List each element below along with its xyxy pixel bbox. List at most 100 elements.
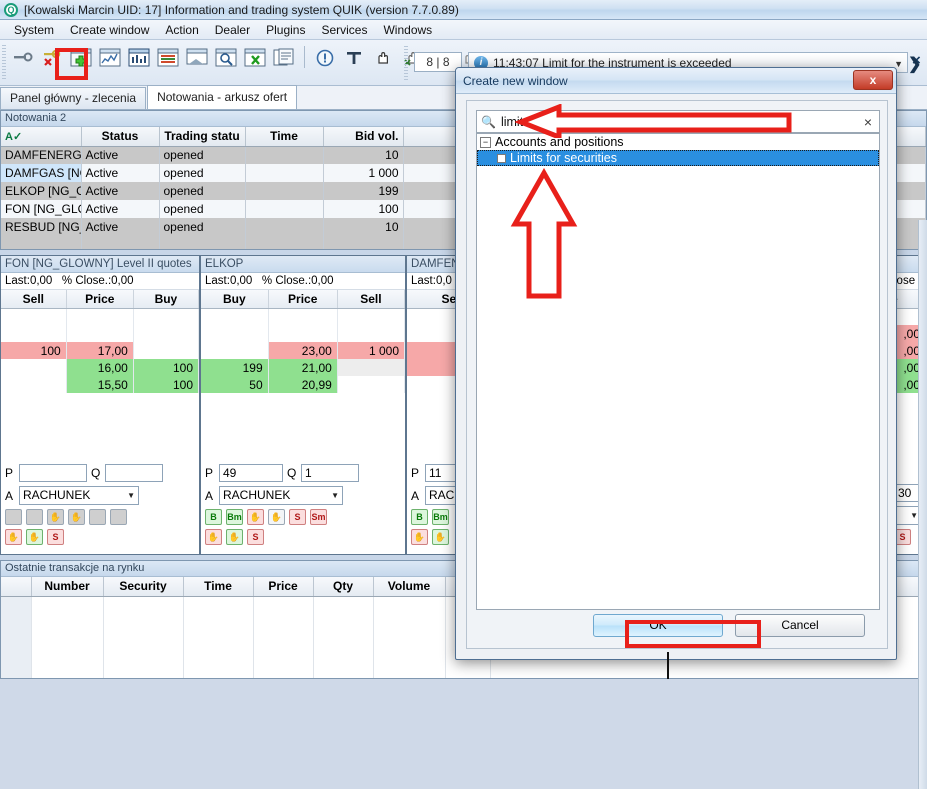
buy-market-button[interactable]: Bm: [432, 509, 449, 525]
cancel-hand-icon-button[interactable]: ✋: [5, 529, 22, 545]
text-icon[interactable]: [341, 44, 367, 70]
book-level-row[interactable]: [201, 325, 406, 342]
quotes-col-time[interactable]: Time: [245, 127, 324, 147]
hand-icon-button[interactable]: ✋: [247, 509, 264, 525]
sell-button[interactable]: [89, 509, 106, 525]
sell-button[interactable]: S: [289, 509, 306, 525]
cancel-order-icon-button[interactable]: ✋: [26, 529, 43, 545]
key-icon[interactable]: [10, 44, 36, 70]
copy-window-icon[interactable]: [271, 44, 297, 70]
quantity-input[interactable]: 1: [301, 464, 359, 482]
cancel-sell-icon-button[interactable]: S: [247, 529, 264, 545]
menu-item-system[interactable]: System: [6, 21, 62, 39]
book-level-row[interactable]: [1, 308, 200, 325]
toolbar-grip-2[interactable]: [404, 46, 408, 80]
book-col-sell[interactable]: Sell: [337, 290, 406, 309]
window-type-tree[interactable]: − Accounts and positions Limits for secu…: [476, 133, 880, 610]
sell-market-button[interactable]: Sm: [310, 509, 327, 525]
workspace-scrollbar[interactable]: [918, 220, 927, 789]
app-title-bar: Q [Kowalski Marcin UID: 17] Information …: [0, 0, 927, 20]
quantity-input[interactable]: [105, 464, 163, 482]
book-buy: [201, 308, 269, 325]
quotes-window-icon[interactable]: [184, 44, 210, 70]
account-select[interactable]: RACHUNEK ▼: [19, 486, 139, 505]
menu-item-services[interactable]: Services: [313, 21, 375, 39]
book-level-row[interactable]: 100 17,00: [1, 342, 200, 359]
hand-icon-button[interactable]: ✋: [47, 509, 64, 525]
tree-node-limits-for-securities[interactable]: Limits for securities: [477, 150, 879, 166]
sell-market-button[interactable]: [110, 509, 127, 525]
tab-panel-glowny-zlecenia[interactable]: Panel główny - zlecenia: [0, 87, 147, 109]
book-col-buy[interactable]: Buy: [133, 290, 200, 309]
book-price: [268, 308, 338, 325]
book-col-price[interactable]: Price: [66, 290, 134, 309]
cancel-order-icon-button[interactable]: ✋: [226, 529, 243, 545]
cancel-hand-icon-button[interactable]: ✋: [411, 529, 428, 545]
account-select[interactable]: RACHUNEK ▼: [219, 486, 343, 505]
book-col-sell[interactable]: Sell: [1, 290, 67, 309]
search-window-icon[interactable]: [213, 44, 239, 70]
hand-order-icon[interactable]: [370, 44, 396, 70]
clear-search-icon[interactable]: ×: [864, 114, 875, 130]
sort-ascending-icon: A✓: [5, 131, 23, 144]
new-window-icon[interactable]: [68, 44, 94, 70]
hand-all-icon-button[interactable]: ✋: [268, 509, 285, 525]
book-level-row[interactable]: [1, 325, 200, 342]
cancel-order-icon-button[interactable]: ✋: [432, 529, 449, 545]
close-window-icon[interactable]: [242, 44, 268, 70]
tab-notowania-arkusz-ofert[interactable]: Notowania - arkusz ofert: [147, 85, 298, 109]
book-col-buy[interactable]: Buy: [201, 290, 269, 309]
menu-item-create-window[interactable]: Create window: [62, 21, 157, 39]
book-col-price[interactable]: Price: [268, 290, 338, 309]
window-scroll-right-icon[interactable]: ❯: [908, 54, 921, 74]
menu-item-plugins[interactable]: Plugins: [258, 21, 313, 39]
price-input[interactable]: 49: [219, 464, 283, 482]
book-level-row[interactable]: 23,00 1 000: [201, 342, 406, 359]
book-level-row[interactable]: 199 21,00: [201, 359, 406, 376]
empty-cell: [253, 596, 314, 614]
book-level-row[interactable]: 50 20,99: [201, 376, 406, 393]
alert-icon[interactable]: [312, 44, 338, 70]
hand-all-icon-button[interactable]: ✋: [68, 509, 85, 525]
menu-item-windows[interactable]: Windows: [375, 21, 440, 39]
book-level-row[interactable]: 15,50 100: [1, 376, 200, 393]
order-buttons-row-1: ✋ ✋: [5, 509, 195, 525]
price-input[interactable]: [19, 464, 87, 482]
quotes-col-bid-vol[interactable]: Bid vol.: [323, 127, 404, 147]
quotes-col-status[interactable]: Status: [81, 127, 160, 147]
dialog-title-bar[interactable]: Create new window x: [456, 68, 896, 94]
book-price: [268, 325, 338, 342]
menu-item-dealer[interactable]: Dealer: [207, 21, 258, 39]
level2-book-fon: FON [NG_GLOWNY] Level II quotes Last:0,0…: [0, 255, 200, 555]
menu-item-action[interactable]: Action: [157, 21, 206, 39]
table-window-icon[interactable]: [155, 44, 181, 70]
transactions-col-security[interactable]: Security: [103, 577, 184, 597]
buy-market-button[interactable]: [26, 509, 43, 525]
transactions-col-qty[interactable]: Qty: [313, 577, 374, 597]
chart-window-icon[interactable]: [97, 44, 123, 70]
key-disconnect-icon[interactable]: [39, 44, 65, 70]
buy-market-button[interactable]: Bm: [226, 509, 243, 525]
ok-button[interactable]: OK: [593, 613, 723, 637]
book-level-row[interactable]: [201, 308, 406, 325]
buy-button[interactable]: B: [205, 509, 222, 525]
transactions-col-number[interactable]: Number: [31, 577, 104, 597]
book-level-row[interactable]: 16,00 100: [1, 359, 200, 376]
search-input[interactable]: 🔍 limits for securities ×: [476, 110, 880, 133]
cancel-hand-icon-button[interactable]: ✋: [205, 529, 222, 545]
transactions-col-price[interactable]: Price: [253, 577, 314, 597]
empty-cell: [253, 650, 314, 668]
quotes-col-name[interactable]: A✓: [1, 127, 82, 147]
buy-button[interactable]: B: [411, 509, 428, 525]
graph-window-icon[interactable]: [126, 44, 152, 70]
cancel-button[interactable]: Cancel: [735, 613, 865, 637]
buy-button[interactable]: [5, 509, 22, 525]
cancel-sell-icon-button[interactable]: S: [47, 529, 64, 545]
quotes-col-trading-status[interactable]: Trading statu: [159, 127, 246, 147]
collapse-icon[interactable]: −: [480, 136, 491, 148]
tree-node-accounts-and-positions[interactable]: − Accounts and positions: [477, 134, 879, 150]
transactions-col-volume[interactable]: Volume: [373, 577, 446, 597]
close-icon[interactable]: x: [853, 70, 893, 90]
transactions-col-time[interactable]: Time: [183, 577, 254, 597]
toolbar-grip[interactable]: [2, 45, 6, 81]
